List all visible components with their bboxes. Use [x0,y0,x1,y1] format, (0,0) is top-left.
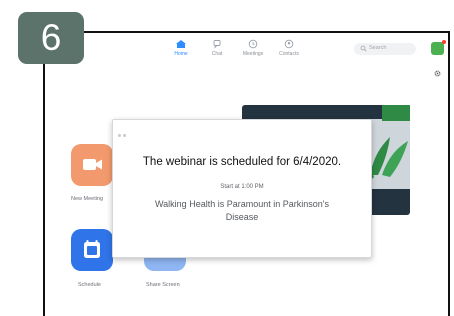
notification-dot [442,40,446,44]
nav-meetings[interactable]: Meetings [235,39,271,57]
start-time: Start at 1:00 PM [220,184,264,190]
chat-icon [213,40,221,49]
search-placeholder: Search [369,45,387,51]
home-icon [176,40,186,48]
top-nav: Home Chat Meetings Contacts [163,39,323,63]
window-controls [118,124,138,137]
nav-chat-label: Chat [211,51,223,57]
video-camera-icon [83,159,102,170]
calendar-icon [84,240,100,258]
schedule-button[interactable] [71,229,113,271]
nav-contacts[interactable]: Contacts [271,39,307,57]
schedule-label: Schedule [78,282,101,288]
minimize-window-dot[interactable] [123,134,126,137]
nav-home-label: Home [174,51,188,57]
contacts-icon [284,39,294,49]
nav-meetings-label: Meetings [242,51,264,57]
close-window-dot[interactable] [118,134,121,137]
nav-chat[interactable]: Chat [199,39,235,57]
avatar[interactable] [431,40,446,55]
clock-icon [248,39,258,49]
new-meeting-button[interactable] [71,144,113,186]
gear-icon[interactable] [434,70,441,77]
zoom-app-window: Home Chat Meetings Contacts Search New M… [43,31,450,316]
nav-home[interactable]: Home [163,39,199,57]
search-input[interactable]: Search [354,43,416,55]
webinar-scheduled-dialog: The webinar is scheduled for 6/4/2020. S… [112,119,372,258]
share-screen-label: Share Screen [146,282,180,288]
dialog-title: The webinar is scheduled for 6/4/2020. [142,156,342,168]
search-icon [360,45,367,52]
webinar-topic: Walking Health is Paramount in Parkinson… [155,199,329,222]
step-number-badge: 6 [18,12,84,64]
new-meeting-label: New Meeting [71,196,104,202]
nav-contacts-label: Contacts [279,51,299,57]
screenshot-stage: Home Chat Meetings Contacts Search New M… [0,0,454,316]
